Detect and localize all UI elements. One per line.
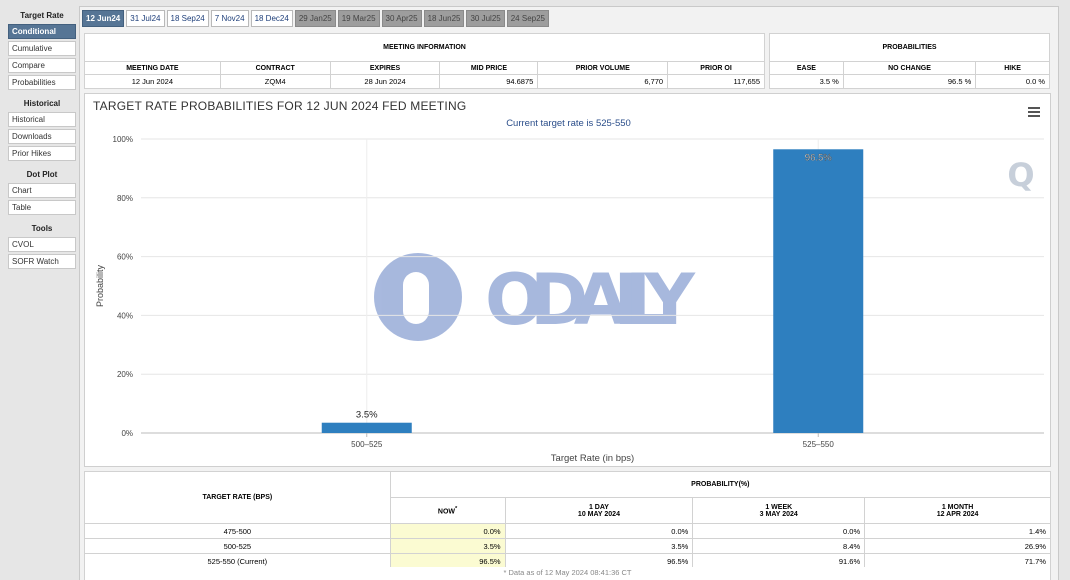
chart-subtitle: Current target rate is 525-550 — [506, 118, 631, 129]
sidebar-heading: Historical — [23, 99, 61, 108]
contract: ZQM4 — [219, 74, 331, 89]
sidebar-item-cvol[interactable]: CVOL — [8, 237, 76, 252]
value-cell: 0.0% — [389, 523, 506, 539]
meeting-date: 12 Jun 2024 — [84, 74, 221, 89]
data-label: 3.5% — [356, 410, 378, 421]
brand-q-icon: Q — [1007, 156, 1034, 194]
sidebar-item-probabilities[interactable]: Probabilities — [8, 75, 76, 90]
bar — [773, 149, 864, 433]
sidebar-heading: Dot Plot — [26, 170, 58, 179]
target-rate-header: TARGET RATE (BPS) — [84, 471, 391, 524]
column-header-1-day: 1 DAY 10 MAY 2024 — [504, 497, 694, 524]
x-axis-title: Target Rate (in bps) — [551, 453, 634, 464]
watermark-logo-cutout — [403, 272, 429, 324]
sidebar-group-dot-plot: Dot Plot Chart Table — [8, 167, 76, 215]
tab-meeting[interactable]: 24 Sep25 — [506, 10, 549, 27]
bar — [321, 422, 412, 433]
column-header: MID PRICE — [439, 61, 539, 75]
tab-meeting[interactable]: 7 Nov24 — [210, 10, 249, 27]
table-row: 500-525 3.5% 3.5% 8.4% 26.9% — [84, 538, 1051, 554]
sidebar-item-compare[interactable]: Compare — [8, 58, 76, 73]
data-timestamp-footnote: * Data as of 12 May 2024 08:41:36 CT — [84, 567, 1051, 580]
column-header: CONTRACT — [219, 61, 331, 75]
meeting-info-table: MEETING INFORMATION MEETING DATE CONTRAC… — [84, 33, 765, 89]
sidebar-heading: Target Rate — [20, 11, 64, 20]
y-axis-title: Probability — [95, 264, 105, 307]
sidebar-item-chart[interactable]: Chart — [8, 183, 76, 198]
column-header: EXPIRES — [329, 61, 441, 75]
column-header: PRIOR VOLUME — [537, 61, 669, 75]
y-tick-label: 80% — [117, 194, 133, 203]
sidebar-heading: Tools — [31, 224, 53, 233]
hike-value: 0.0 % — [975, 74, 1050, 89]
chart-title: TARGET RATE PROBABILITIES FOR 12 JUN 202… — [93, 99, 467, 113]
sidebar-item-prior-hikes[interactable]: Prior Hikes — [8, 146, 76, 161]
tab-meeting[interactable]: 29 Jan25 — [294, 10, 336, 27]
no-change-value: 96.5 % — [842, 74, 977, 89]
prior-volume: 6,770 — [537, 74, 669, 89]
prior-oi: 117,655 — [667, 74, 765, 89]
value-cell: 0.0% — [692, 523, 866, 539]
tab-meeting[interactable]: 12 Jun24 — [82, 10, 125, 27]
sidebar-item-table[interactable]: Table — [8, 200, 76, 215]
value-cell: 3.5% — [389, 538, 506, 554]
rate-cell: 475-500 — [84, 523, 391, 539]
data-label: 96.5% — [805, 152, 832, 163]
tab-meeting[interactable]: 30 Jul25 — [466, 10, 505, 27]
watermark-text: ODAILY — [485, 259, 696, 341]
x-tick-label: 500–525 — [351, 440, 383, 449]
y-tick-label: 40% — [117, 311, 133, 320]
column-header-now: NOW* — [389, 497, 506, 524]
sidebar-group-historical: Historical Historical Downloads Prior Hi… — [8, 96, 76, 161]
tab-meeting[interactable]: 18 Dec24 — [250, 10, 293, 27]
probability-header: PROBABILITY(%) — [389, 471, 1052, 498]
tab-meeting[interactable]: 31 Jul24 — [126, 10, 165, 27]
value-cell: 0.0% — [504, 523, 694, 539]
y-tick-label: 60% — [117, 253, 133, 262]
tab-meeting[interactable]: 18 Jun25 — [423, 10, 465, 27]
tab-meeting[interactable]: 18 Sep24 — [166, 10, 209, 27]
column-header: HIKE — [975, 61, 1050, 75]
sidebar-item-sofr-watch[interactable]: SOFR Watch — [8, 254, 76, 269]
column-header: MEETING DATE — [84, 61, 221, 75]
probabilities-table: PROBABILITIES EASE NO CHANGE HIKE 3.5 % … — [769, 33, 1050, 89]
column-header: NO CHANGE — [842, 61, 977, 75]
sidebar-item-downloads[interactable]: Downloads — [8, 129, 76, 144]
y-tick-label: 0% — [121, 429, 133, 438]
sidebar: Target Rate Conditional Cumulative Compa… — [8, 8, 76, 275]
mid-price: 94.6875 — [439, 74, 539, 89]
column-header: PRIOR OI — [667, 61, 765, 75]
meeting-info-title: MEETING INFORMATION — [84, 33, 765, 62]
value-cell: 26.9% — [864, 538, 1051, 554]
value-cell: 1.4% — [864, 523, 1051, 539]
rate-cell: 500-525 — [84, 538, 391, 554]
sidebar-item-conditional[interactable]: Conditional — [8, 24, 76, 39]
probabilities-title: PROBABILITIES — [769, 33, 1050, 62]
y-tick-label: 20% — [117, 370, 133, 379]
value-cell: 8.4% — [692, 538, 866, 554]
main-panel: 12 Jun24 31 Jul24 18 Sep24 7 Nov24 18 De… — [79, 6, 1059, 580]
sidebar-item-historical[interactable]: Historical — [8, 112, 76, 127]
sidebar-group-tools: Tools CVOL SOFR Watch — [8, 221, 76, 269]
column-header: EASE — [769, 61, 844, 75]
hamburger-menu-icon[interactable] — [1028, 107, 1040, 117]
expires: 28 Jun 2024 — [329, 74, 441, 89]
tab-meeting[interactable]: 30 Apr25 — [381, 10, 422, 27]
x-tick-label: 525–550 — [803, 440, 835, 449]
sidebar-item-cumulative[interactable]: Cumulative — [8, 41, 76, 56]
meeting-tabs: 12 Jun24 31 Jul24 18 Sep24 7 Nov24 18 De… — [82, 10, 549, 27]
chart-panel: ODAILY 0% 20% 40% 60% 80% 100% 3.5% 500–525 96.5%… — [84, 93, 1051, 467]
sidebar-group-target-rate: Target Rate Conditional Cumulative Compa… — [8, 8, 76, 90]
table-row: 475-500 0.0% 0.0% 0.0% 1.4% — [84, 523, 1051, 539]
watermark-logo: ODAILY — [374, 253, 696, 341]
column-header-1-week: 1 WEEK 3 MAY 2024 — [692, 497, 866, 524]
value-cell: 3.5% — [504, 538, 694, 554]
ease-value: 3.5 % — [769, 74, 844, 89]
probability-chart: ODAILY 0% 20% 40% 60% 80% 100% 3.5% 500–525 96.5%… — [95, 135, 1044, 464]
probability-history-table: TARGET RATE (BPS) PROBABILITY(%) NOW* 1 … — [84, 471, 1052, 569]
y-tick-label: 100% — [113, 135, 133, 144]
column-header-1-month: 1 MONTH 12 APR 2024 — [864, 497, 1051, 524]
tab-meeting[interactable]: 19 Mar25 — [337, 10, 380, 27]
